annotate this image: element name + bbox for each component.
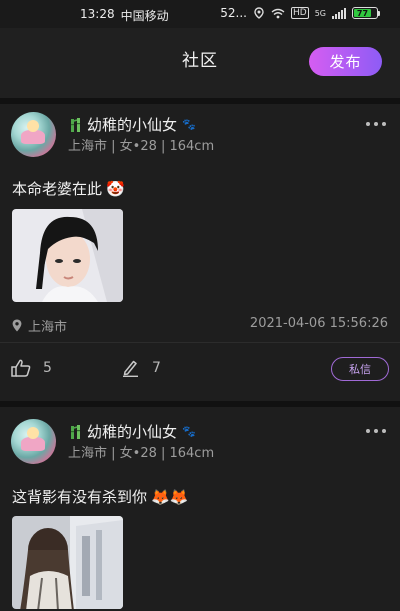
paw-icon: 🐾 — [182, 118, 196, 131]
status-time: 13:28 — [80, 7, 115, 21]
post-photo[interactable] — [12, 209, 123, 302]
private-message-button[interactable]: 私信 — [331, 357, 389, 381]
user-meta: 上海市 | 女•28 | 164cm — [68, 139, 215, 154]
comment-button[interactable]: 7 — [122, 359, 161, 377]
more-dots-icon[interactable] — [366, 429, 386, 433]
post-text: 本命老婆在此 🤡 — [12, 178, 125, 199]
comment-count: 7 — [152, 360, 161, 376]
post-photo[interactable] — [12, 516, 123, 609]
signal-icon — [332, 7, 346, 19]
location-status-icon — [254, 7, 264, 19]
post-text-emoji: 🤡 — [106, 179, 125, 198]
bamboo-badge-icon — [71, 424, 80, 439]
battery-level: 77 — [354, 9, 371, 18]
location-pin-icon — [12, 319, 22, 332]
post-location: 上海市 — [12, 316, 67, 335]
wifi-icon — [271, 8, 285, 18]
post-text-content: 这背影有没有杀到你 — [12, 488, 148, 506]
status-speed: 52... — [220, 6, 247, 20]
post-text-emoji: 🦊🦊 — [151, 487, 189, 506]
post-time: 2021-04-06 15:56:26 — [249, 316, 388, 331]
app-header: 社区 发布 — [0, 28, 400, 98]
post-text: 这背影有没有杀到你 🦊🦊 — [12, 486, 188, 507]
row-divider — [0, 342, 400, 343]
status-bar: 13:28 中国移动 52... HD 5G 77 — [0, 0, 400, 28]
hd-icon: HD — [291, 7, 309, 19]
bamboo-badge-icon — [71, 117, 80, 132]
thumbs-up-icon — [11, 359, 31, 377]
avatar[interactable] — [11, 112, 56, 157]
user-meta: 上海市 | 女•28 | 164cm — [68, 446, 215, 461]
like-button[interactable]: 5 — [11, 359, 52, 377]
publish-button[interactable]: 发布 — [309, 47, 382, 76]
pencil-icon — [123, 360, 138, 377]
post-card: 幼稚的小仙女 🐾 上海市 | 女•28 | 164cm 本命老婆在此 🤡 上海市… — [0, 104, 400, 401]
username[interactable]: 幼稚的小仙女 — [87, 114, 177, 135]
username[interactable]: 幼稚的小仙女 — [87, 421, 177, 442]
like-count: 5 — [43, 360, 52, 376]
location-label: 上海市 — [28, 320, 68, 335]
post-text-content: 本命老婆在此 — [12, 180, 103, 198]
status-carrier: 中国移动 — [120, 9, 169, 23]
network-type: 5G — [314, 8, 326, 18]
battery-icon: 77 — [352, 7, 380, 19]
post-card: 幼稚的小仙女 🐾 上海市 | 女•28 | 164cm 这背影有没有杀到你 🦊🦊 — [0, 407, 400, 611]
more-dots-icon[interactable] — [366, 122, 386, 126]
avatar[interactable] — [11, 419, 56, 464]
paw-icon: 🐾 — [182, 425, 196, 438]
